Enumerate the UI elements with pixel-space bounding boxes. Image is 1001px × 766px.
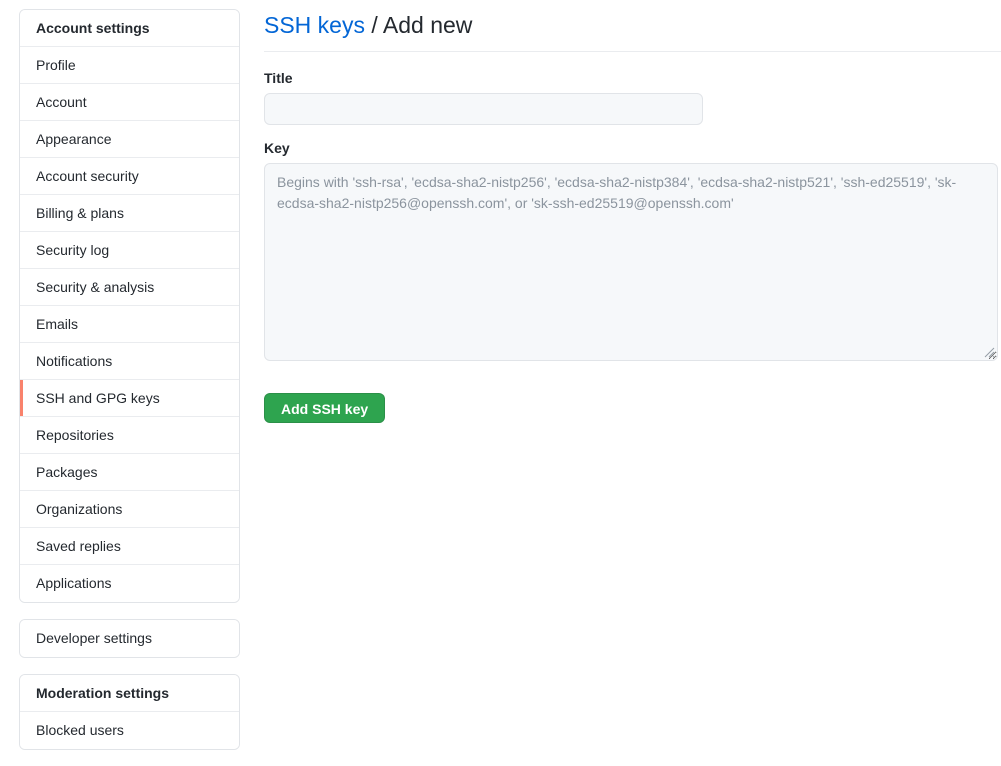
title-input[interactable] (264, 92, 703, 125)
sidebar-item-account[interactable]: Account (20, 84, 239, 121)
nav-panel-developer-settings: Developer settings (19, 619, 240, 658)
settings-page: Account settings Profile Account Appearance… (0, 0, 1001, 758)
sidebar-item-applications[interactable]: Applications (20, 565, 239, 602)
sidebar-item-label: Security log (36, 241, 110, 258)
sidebar-item-packages[interactable]: Packages (20, 454, 239, 491)
key-label: Key (264, 139, 290, 156)
sidebar-heading-moderation-settings: Moderation settings (20, 675, 239, 712)
sidebar-item-appearance[interactable]: Appearance (20, 121, 239, 158)
sidebar-item-label: Account settings (36, 19, 150, 36)
key-field-group: Key (264, 140, 1001, 361)
sidebar-item-label: Account security (36, 167, 139, 184)
sidebar-item-label: Appearance (36, 130, 112, 147)
sidebar-item-label: Security & analysis (36, 278, 155, 295)
sidebar-item-blocked-users[interactable]: Blocked users (20, 712, 239, 749)
sidebar-item-ssh-and-gpg-keys[interactable]: SSH and GPG keys (20, 380, 239, 417)
sidebar-item-developer-settings[interactable]: Developer settings (20, 620, 239, 657)
sidebar-item-label: Repositories (36, 426, 114, 443)
sidebar-item-label: Blocked users (36, 722, 124, 738)
sidebar-item-emails[interactable]: Emails (20, 306, 239, 343)
title-field-group: Title (264, 70, 1001, 125)
sidebar-item-label: Saved replies (36, 537, 121, 554)
sidebar-item-billing-plans[interactable]: Billing & plans (20, 195, 239, 232)
sidebar-item-label: Developer settings (36, 630, 152, 646)
breadcrumb-link-ssh-keys[interactable]: SSH keys (264, 12, 365, 38)
sidebar-item-security-log[interactable]: Security log (20, 232, 239, 269)
breadcrumb-current: Add new (382, 12, 473, 38)
sidebar-item-security-analysis[interactable]: Security & analysis (20, 269, 239, 306)
key-textarea[interactable] (264, 162, 998, 361)
nav-panel-account-settings: Account settings Profile Account Appearance… (19, 9, 240, 603)
sidebar-item-label: Moderation settings (36, 684, 170, 701)
sidebar-heading-account-settings: Account settings (20, 10, 239, 47)
sidebar-item-label: Billing & plans (36, 204, 124, 221)
sidebar-item-profile[interactable]: Profile (20, 47, 239, 84)
sidebar-item-label: Applications (36, 575, 112, 591)
key-textarea-wrapper (264, 162, 998, 361)
content-header: SSH keys / Add new (264, 0, 1001, 52)
sidebar-item-account-security[interactable]: Account security (20, 158, 239, 195)
sidebar-item-repositories[interactable]: Repositories (20, 417, 239, 454)
sidebar-item-label: Organizations (36, 500, 123, 517)
sidebar-item-label: Notifications (36, 352, 113, 369)
sidebar-item-saved-replies[interactable]: Saved replies (20, 528, 239, 565)
add-ssh-key-form: Title Key Add SSH key (264, 52, 1001, 423)
sidebar-item-label: Profile (36, 56, 76, 73)
sidebar-item-organizations[interactable]: Organizations (20, 491, 239, 528)
nav-panel-moderation-settings: Moderation settings Blocked users (19, 674, 240, 750)
add-ssh-key-button[interactable]: Add SSH key (264, 392, 386, 423)
sidebar-item-label: Emails (36, 315, 79, 332)
page-title: SSH keys / Add new (264, 11, 1001, 40)
title-label: Title (264, 69, 293, 86)
sidebar-item-notifications[interactable]: Notifications (20, 343, 239, 380)
sidebar-item-label: Account (36, 93, 87, 110)
breadcrumb-separator: / (371, 12, 378, 38)
sidebar-item-label: SSH and GPG keys (36, 389, 160, 406)
main-content: SSH keys / Add new Title Key Begins with… (240, 0, 1001, 423)
settings-sidebar: Account settings Profile Account Appearance… (0, 0, 240, 766)
sidebar-item-label: Packages (36, 463, 98, 480)
